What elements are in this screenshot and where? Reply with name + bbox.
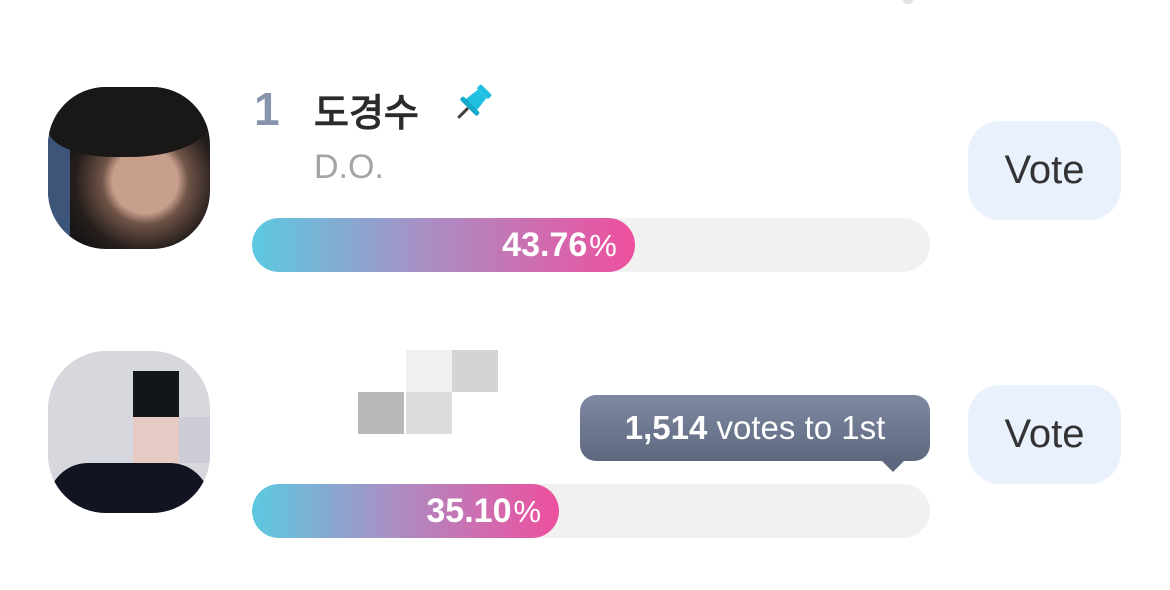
pin-icon — [457, 84, 492, 119]
percent-label: 43.76% — [502, 226, 617, 264]
top-edge-fragment — [903, 0, 913, 4]
vote-progress-fill: 35.10% — [252, 484, 560, 538]
candidate-row: 1,514 votes to 1st 35.10% Vote — [0, 330, 1170, 590]
avatar-pixelated — [48, 351, 210, 513]
vote-button[interactable]: Vote — [968, 121, 1121, 220]
candidate-subname: D.O. — [314, 148, 384, 186]
votes-to-first-tooltip: 1,514 votes to 1st — [580, 395, 930, 472]
percent-label: 35.10% — [426, 492, 542, 530]
vote-progress-bar: 35.10% — [252, 484, 930, 538]
vote-progress-bar: 43.76% — [252, 218, 930, 272]
candidate-name: 도경수 — [314, 93, 419, 135]
avatar — [48, 87, 210, 249]
name-redacted-mosaic — [358, 330, 498, 440]
rank-number: 1 — [254, 83, 280, 135]
vote-progress-fill: 43.76% — [252, 218, 635, 272]
vote-button[interactable]: Vote — [968, 385, 1121, 484]
candidate-row: 1 도경수 D.O. 43.76% Vote — [0, 60, 1170, 320]
